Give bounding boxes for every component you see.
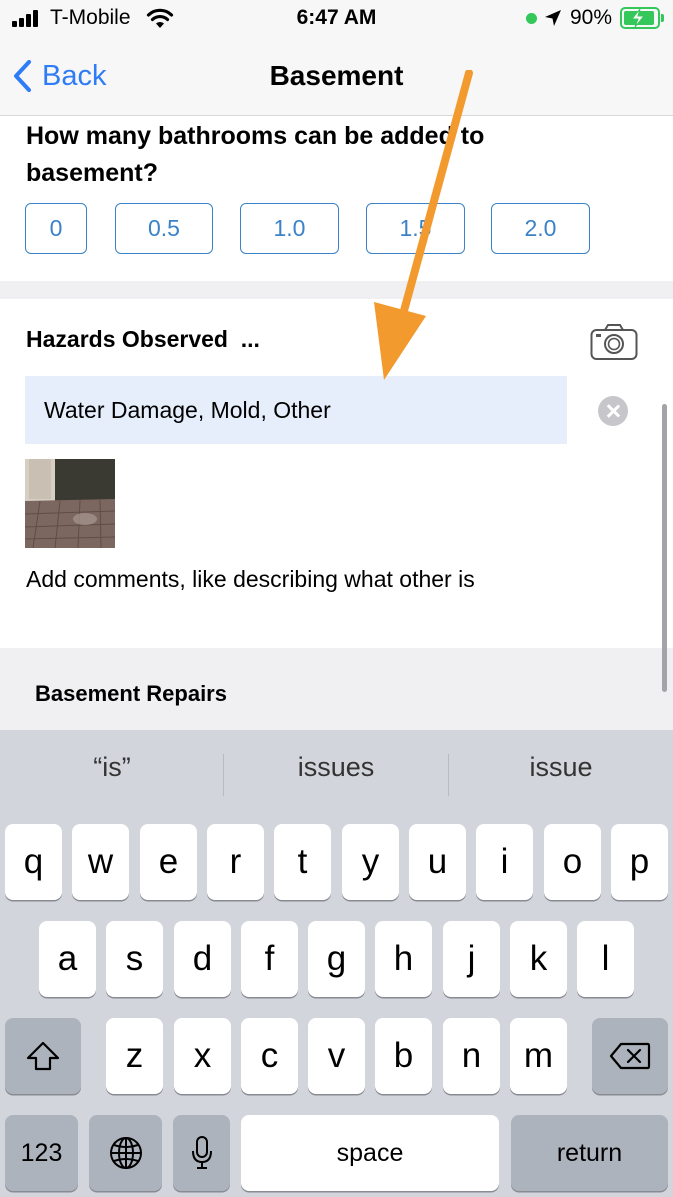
key-r[interactable]: r — [207, 824, 264, 900]
battery-percent: 90% — [570, 6, 613, 29]
bathroom-option-1.0[interactable]: 1.0 — [240, 203, 339, 254]
status-bar: T-Mobile 6:47 AM 90% — [0, 0, 673, 40]
key-u[interactable]: u — [409, 824, 466, 900]
key-p[interactable]: p — [611, 824, 668, 900]
shift-icon — [26, 1041, 60, 1071]
navigation-bar: Back Basement — [0, 40, 673, 116]
key-o[interactable]: o — [544, 824, 601, 900]
shift-key[interactable] — [5, 1018, 81, 1094]
annotation-arrow-icon — [374, 70, 473, 380]
basement-repairs-title: Basement Repairs — [35, 681, 227, 706]
return-key[interactable]: return — [511, 1115, 668, 1191]
suggestion-1[interactable]: “is” — [0, 752, 224, 783]
key-t[interactable]: t — [274, 824, 331, 900]
microphone-icon — [191, 1136, 212, 1169]
space-key[interactable]: space — [241, 1115, 499, 1191]
clear-icon[interactable] — [598, 396, 628, 426]
key-x[interactable]: x — [174, 1018, 231, 1094]
key-g[interactable]: g — [308, 921, 365, 997]
suggestion-3[interactable]: issue — [449, 752, 673, 783]
charging-bolt-icon — [630, 8, 646, 28]
keyboard: “is” issues issue q w e r t y u i o p a … — [0, 730, 673, 1197]
key-f[interactable]: f — [241, 921, 298, 997]
key-z[interactable]: z — [106, 1018, 163, 1094]
dictation-key[interactable] — [173, 1115, 230, 1191]
backspace-icon — [609, 1042, 651, 1070]
camera-icon[interactable] — [590, 323, 638, 361]
key-h[interactable]: h — [375, 921, 432, 997]
hazards-ellipsis: ... — [240, 326, 260, 352]
key-m[interactable]: m — [510, 1018, 567, 1094]
bathroom-option-2.0[interactable]: 2.0 — [491, 203, 590, 254]
bathrooms-question: How many bathrooms can be added to basem… — [26, 122, 485, 187]
page-title: Basement — [269, 60, 404, 91]
key-i[interactable]: i — [476, 824, 533, 900]
photo-image — [25, 459, 115, 548]
key-w[interactable]: w — [72, 824, 129, 900]
globe-icon — [109, 1137, 142, 1169]
key-v[interactable]: v — [308, 1018, 365, 1094]
location-arrow-icon — [545, 10, 561, 26]
scrollbar[interactable] — [662, 404, 667, 692]
delete-key[interactable] — [592, 1018, 668, 1094]
key-e[interactable]: e — [140, 824, 197, 900]
key-s[interactable]: s — [106, 921, 163, 997]
key-j[interactable]: j — [443, 921, 500, 997]
key-y[interactable]: y — [342, 824, 399, 900]
key-c[interactable]: c — [241, 1018, 298, 1094]
bathroom-option-0[interactable]: 0 — [25, 203, 87, 254]
hazards-select-field[interactable]: Water Damage, Mold, Other — [25, 376, 567, 444]
hazard-photo-thumbnail[interactable] — [25, 459, 115, 548]
suggestion-2[interactable]: issues — [224, 752, 448, 783]
key-k[interactable]: k — [510, 921, 567, 997]
globe-key[interactable] — [89, 1115, 162, 1191]
comments-field[interactable]: Add comments, like describing what other… — [26, 566, 475, 593]
key-b[interactable]: b — [375, 1018, 432, 1094]
key-n[interactable]: n — [443, 1018, 500, 1094]
key-a[interactable]: a — [39, 921, 96, 997]
hazards-title: Hazards Observed ... — [26, 326, 260, 352]
key-q[interactable]: q — [5, 824, 62, 900]
numbers-key[interactable]: 123 — [5, 1115, 78, 1191]
key-d[interactable]: d — [174, 921, 231, 997]
bathroom-option-0.5[interactable]: 0.5 — [115, 203, 213, 254]
section-divider — [0, 281, 673, 299]
camera-in-use-dot — [526, 13, 537, 24]
key-l[interactable]: l — [577, 921, 634, 997]
